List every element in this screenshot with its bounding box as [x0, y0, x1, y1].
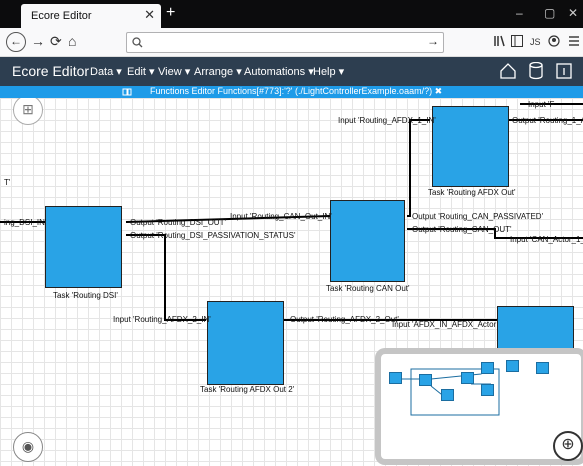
library-icon[interactable] — [493, 35, 505, 47]
menu-view[interactable]: View ▾ — [158, 65, 190, 78]
minimap-node — [419, 374, 432, 386]
navigation-bar: ← → ⟳ ⌂ → JS — [0, 28, 583, 57]
minimap-node — [481, 384, 494, 396]
app-menubar: Ecore Editor Data ▾ Edit ▾ View ▾ Arrang… — [0, 57, 583, 86]
task-label: Task 'Routing CAN Out' — [326, 284, 410, 293]
port-label: Input 'AFDX_IN_AFDX_Actor — [392, 320, 497, 329]
port-label: T' — [4, 178, 11, 187]
browser-tab-bar: Ecore Editor ✕ + – ▢ ✕ — [0, 0, 583, 28]
minimap-node — [441, 389, 454, 401]
task-routing-can-out[interactable] — [330, 200, 405, 282]
port-label: Output 'Routing_DSI_OUT' — [130, 218, 226, 227]
task-label: Task 'Routing AFDX Out 2' — [200, 385, 295, 394]
menu-help[interactable]: Help ▾ — [313, 65, 344, 78]
port-label: Input 'Routing_AFDX_2_IN' — [113, 315, 211, 324]
port-label: Output 'Routing_1_A — [512, 116, 583, 125]
minimap-node — [536, 362, 549, 374]
account-icon[interactable] — [548, 35, 560, 47]
menu-automations[interactable]: Automations ▾ — [244, 65, 314, 78]
app-brand: Ecore Editor — [12, 63, 90, 79]
task-label: Task 'Routing DSI' — [53, 291, 118, 300]
tab-title: Ecore Editor — [31, 10, 92, 22]
home-button[interactable]: ⌂ — [68, 33, 76, 49]
port-label: Input 'Routing_AFDX_1_IN' — [338, 116, 436, 125]
task-routing-afdx-out-2[interactable] — [207, 301, 284, 385]
menu-edit[interactable]: Edit ▾ — [127, 65, 155, 78]
menu-arrange[interactable]: Arrange ▾ — [194, 65, 242, 78]
js-extension-icon[interactable]: JS — [530, 35, 542, 47]
port-label: Input 'F — [528, 100, 555, 109]
port-label: Output 'Routing_DSI_PASSIVATION_STATUS' — [130, 231, 296, 240]
port-label: ing_DSI_IN' — [4, 218, 47, 227]
port-label: Input 'CAN_Actor_1_IN — [510, 235, 583, 244]
browser-tab[interactable]: Ecore Editor ✕ — [21, 4, 161, 28]
hamburger-menu-icon[interactable] — [568, 35, 580, 47]
port-label: Input 'Routing_CAN_Out_IN' — [230, 212, 332, 221]
minimap-node — [481, 362, 494, 374]
close-window-button[interactable]: ✕ — [568, 6, 578, 20]
maximize-button[interactable]: ▢ — [544, 6, 555, 20]
task-routing-dsi[interactable] — [45, 206, 122, 288]
minimap-node — [506, 360, 519, 372]
go-arrow-icon[interactable]: → — [427, 34, 439, 48]
new-tab-button[interactable]: + — [166, 4, 175, 22]
port-label: Output 'Routing_AFDX_2_Out' — [290, 315, 399, 324]
editor-subtitle-bar: Functions Editor Functions[#773]:'?' (./… — [0, 86, 583, 98]
url-bar[interactable]: → — [126, 32, 444, 53]
reload-button[interactable]: ⟳ — [50, 33, 62, 50]
eye-icon[interactable]: ◉ — [13, 432, 43, 462]
home-icon[interactable] — [500, 63, 516, 79]
info-panel-icon[interactable] — [556, 63, 572, 79]
svg-text:JS: JS — [530, 37, 541, 47]
port-label: Output 'Routing_CAN_OUT' — [412, 225, 512, 234]
task-label: Task 'Routing AFDX Out' — [428, 188, 516, 197]
forward-button[interactable]: → — [31, 33, 45, 49]
menu-data[interactable]: Data ▾ — [90, 65, 122, 78]
back-button[interactable]: ← — [6, 32, 26, 52]
diagram-canvas[interactable]: Task 'Routing DSI' Task 'Routing CAN Out… — [0, 98, 583, 466]
globe-icon[interactable]: ⊕ — [553, 431, 583, 461]
minimap-node — [461, 372, 474, 384]
sidebar-icon[interactable] — [511, 35, 523, 47]
minimap[interactable] — [375, 348, 583, 465]
url-input[interactable] — [145, 34, 419, 51]
diagram-icon — [122, 88, 132, 96]
port-label: Output 'Routing_CAN_PASSIVATED' — [412, 212, 544, 221]
task-routing-afdx-out[interactable] — [432, 106, 509, 187]
database-icon[interactable] — [528, 62, 544, 80]
search-icon — [132, 37, 143, 48]
editor-subtitle: Functions Editor Functions[#773]:'?' (./… — [150, 86, 443, 96]
minimap-node — [389, 372, 402, 384]
minimize-button[interactable]: – — [516, 6, 523, 20]
tab-close-icon[interactable]: ✕ — [144, 7, 155, 23]
